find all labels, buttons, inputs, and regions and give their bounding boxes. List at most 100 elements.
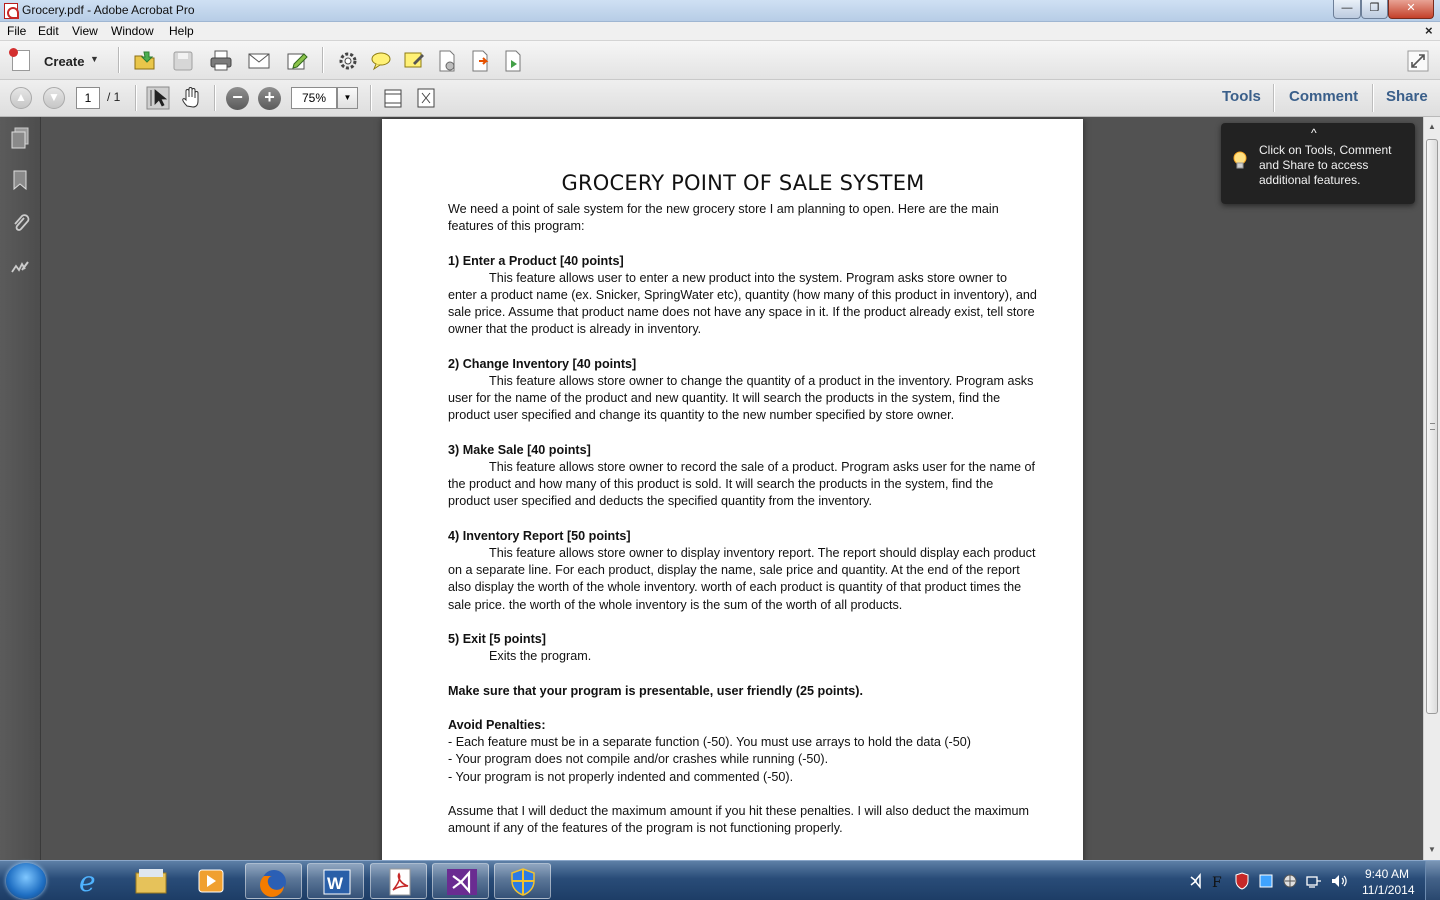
- section-1-heading: 1) Enter a Product [40 points]: [448, 253, 624, 268]
- expand-icon[interactable]: [1406, 49, 1430, 73]
- antivirus-tray-icon[interactable]: [1234, 872, 1250, 890]
- acrobat-icon[interactable]: [370, 863, 427, 899]
- svg-text:W: W: [327, 874, 344, 893]
- word-icon[interactable]: W: [307, 863, 364, 899]
- tooltip-text: Click on Tools, Comment and Share to acc…: [1259, 143, 1392, 187]
- firefox-icon[interactable]: [245, 863, 302, 899]
- document-viewport[interactable]: GROCERY POINT OF SALE SYSTEM We need a p…: [41, 117, 1423, 860]
- zoom-dropdown-button[interactable]: ▼: [337, 87, 358, 109]
- next-page-button[interactable]: ▼: [43, 87, 65, 109]
- update-tray-icon[interactable]: [1282, 872, 1298, 890]
- network-status-tray-icon[interactable]: [1258, 872, 1274, 890]
- sticky-note-icon[interactable]: [402, 49, 426, 73]
- start-orb-icon[interactable]: [6, 863, 46, 899]
- svg-text:e: e: [79, 865, 96, 898]
- features-tooltip: ^ Click on Tools, Comment and Share to a…: [1221, 123, 1415, 204]
- section-1-body: This feature allows user to enter a new …: [448, 270, 1037, 337]
- zoom-out-button[interactable]: −: [226, 87, 249, 110]
- email-icon[interactable]: [247, 49, 271, 73]
- previous-page-button[interactable]: ▲: [10, 87, 32, 109]
- zoom-in-button[interactable]: +: [258, 87, 281, 110]
- tools-pane-tab[interactable]: Tools: [1222, 88, 1261, 105]
- svg-text:F: F: [1212, 875, 1222, 889]
- main-toolbar: Create ▼: [0, 41, 1440, 80]
- edit-pen-icon[interactable]: [285, 49, 309, 73]
- font-tray-icon[interactable]: F: [1210, 873, 1226, 889]
- menu-edit[interactable]: Edit: [38, 24, 59, 38]
- clock-date[interactable]: 11/1/2014: [1362, 883, 1415, 897]
- intro-paragraph: We need a point of sale system for the n…: [448, 202, 999, 234]
- page-number-input[interactable]: 1: [76, 87, 100, 109]
- show-desktop-button[interactable]: [1425, 861, 1440, 900]
- gear-icon[interactable]: [336, 49, 360, 73]
- fit-width-icon[interactable]: [381, 86, 405, 110]
- create-pdf-icon: [9, 48, 30, 71]
- navigation-pane: [0, 117, 41, 860]
- scroll-down-arrow[interactable]: ▼: [1424, 842, 1440, 858]
- zoom-level-input[interactable]: 75%: [291, 87, 337, 109]
- network-tray-icon[interactable]: [1306, 872, 1322, 890]
- section-2-heading: 2) Change Inventory [40 points]: [448, 356, 637, 371]
- visual-studio-icon[interactable]: [432, 863, 489, 899]
- pages-icon[interactable]: [10, 127, 30, 149]
- comment-pane-tab[interactable]: Comment: [1289, 88, 1358, 105]
- export-icon[interactable]: [468, 49, 492, 73]
- minimize-button[interactable]: —: [1333, 0, 1361, 19]
- lightbulb-icon: [1233, 151, 1247, 169]
- file-explorer-icon[interactable]: [122, 863, 179, 899]
- navigation-toolbar: ▲ ▼ 1 / 1 − + 75% ▼ Tools Comment Share: [0, 80, 1440, 117]
- comment-bubble-icon[interactable]: [369, 49, 393, 73]
- toolbar-divider: [1372, 84, 1373, 112]
- volume-icon[interactable]: [1330, 872, 1348, 890]
- bookmarks-icon[interactable]: [10, 169, 30, 191]
- select-cursor-icon[interactable]: [146, 86, 170, 110]
- page-total-label: / 1: [107, 90, 121, 104]
- maximize-button[interactable]: ❐: [1361, 0, 1388, 19]
- section-3-body: This feature allows store owner to recor…: [448, 460, 1035, 509]
- menu-view[interactable]: View: [72, 24, 98, 38]
- attachments-icon[interactable]: [10, 212, 30, 234]
- section-4-body: This feature allows store owner to displ…: [448, 546, 1036, 612]
- forms-icon[interactable]: [435, 49, 459, 73]
- closing-paragraph: Assume that I will deduct the maximum am…: [448, 803, 1029, 836]
- save-icon[interactable]: [171, 49, 195, 73]
- fit-page-icon[interactable]: [414, 86, 438, 110]
- vertical-scrollbar[interactable]: ▲ ▼: [1423, 117, 1440, 860]
- menu-help[interactable]: Help: [169, 24, 194, 38]
- signatures-icon[interactable]: [10, 256, 30, 278]
- toolbar-divider: [1273, 84, 1274, 112]
- hand-tool-icon[interactable]: [179, 86, 203, 110]
- close-button[interactable]: ✕: [1388, 0, 1434, 19]
- print-icon[interactable]: [209, 49, 233, 73]
- share-pane-tab[interactable]: Share: [1386, 88, 1428, 105]
- page-content: GROCERY POINT OF SALE SYSTEM We need a p…: [448, 169, 1038, 837]
- create-button[interactable]: Create ▼: [9, 48, 105, 73]
- scroll-up-arrow[interactable]: ▲: [1424, 119, 1440, 135]
- toolbar-divider: [214, 85, 215, 111]
- internet-explorer-icon[interactable]: e: [62, 863, 119, 899]
- sign-icon[interactable]: [501, 49, 525, 73]
- security-shield-icon[interactable]: [494, 863, 551, 899]
- clock-time[interactable]: 9:40 AM: [1365, 867, 1409, 881]
- media-player-icon[interactable]: [182, 863, 239, 899]
- section-2-body: This feature allows store owner to chang…: [448, 374, 1034, 423]
- document-title: GROCERY POINT OF SALE SYSTEM: [561, 171, 925, 195]
- section-4-heading: 4) Inventory Report [50 points]: [448, 528, 631, 543]
- chevron-down-icon: ▼: [90, 54, 99, 64]
- title-bar: Grocery.pdf - Adobe Acrobat Pro — ❐ ✕: [0, 0, 1440, 22]
- chevron-up-icon: ^: [1311, 126, 1317, 140]
- penalties-heading: Avoid Penalties:: [448, 717, 546, 732]
- pdf-page: GROCERY POINT OF SALE SYSTEM We need a p…: [382, 119, 1083, 860]
- scrollbar-thumb[interactable]: [1426, 139, 1438, 714]
- section-5-heading: 5) Exit [5 points]: [448, 632, 546, 646]
- windows-taskbar: e W F 9:40 AM 11/1/2014: [0, 860, 1440, 900]
- penalty-item: - Your program is not properly indented …: [448, 769, 794, 784]
- open-folder-icon[interactable]: [133, 49, 157, 73]
- close-document-icon[interactable]: ×: [1425, 23, 1433, 38]
- visual-studio-tray-icon[interactable]: [1188, 873, 1204, 889]
- menu-window[interactable]: Window: [111, 24, 154, 38]
- presentable-note: Make sure that your program is presentab…: [448, 683, 864, 698]
- create-label: Create: [44, 54, 85, 69]
- menu-file[interactable]: File: [7, 24, 26, 38]
- toolbar-divider: [135, 85, 136, 111]
